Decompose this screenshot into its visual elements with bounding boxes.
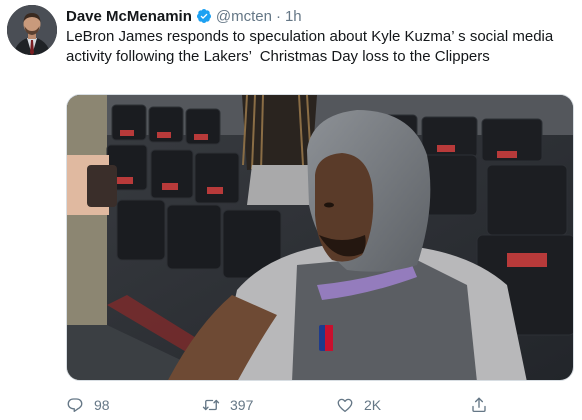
avatar[interactable] (7, 5, 57, 55)
reply-button[interactable]: 98 (66, 394, 110, 416)
reply-count: 98 (94, 397, 110, 413)
author-handle[interactable]: @mcten (216, 8, 272, 25)
tweet-timestamp[interactable]: 1h (285, 8, 302, 25)
tweet-media-video[interactable] (66, 94, 574, 381)
like-button[interactable]: 2K (336, 394, 381, 416)
verified-badge-icon (196, 8, 212, 24)
tweet-text: LeBron James responds to speculation abo… (66, 28, 558, 65)
retweet-count: 397 (230, 397, 254, 413)
share-button[interactable] (470, 394, 498, 416)
heart-icon (337, 398, 353, 413)
video-thumbnail-image (67, 95, 573, 380)
like-count: 2K (364, 397, 382, 413)
avatar-image (7, 5, 57, 55)
share-icon (472, 397, 486, 413)
reply-icon (67, 398, 83, 413)
tweet-action-bar: 98 397 2K (66, 394, 566, 416)
author-name[interactable]: Dave McMenamin (66, 8, 192, 25)
separator-dot: · (275, 7, 281, 25)
tweet-card[interactable]: Dave McMenamin @mcten · 1h LeBron James … (0, 0, 582, 420)
retweet-icon (202, 399, 220, 411)
retweet-button[interactable]: 397 (202, 394, 253, 416)
tweet-header: Dave McMenamin @mcten · 1h (66, 6, 302, 26)
